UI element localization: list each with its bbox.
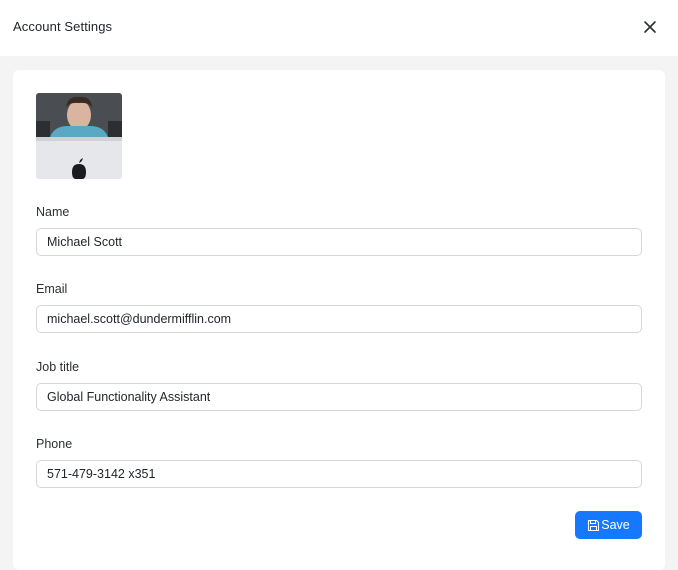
job-title-field[interactable] — [36, 383, 642, 411]
name-label: Name — [36, 205, 70, 219]
name-field[interactable] — [36, 228, 642, 256]
page-title: Account Settings — [13, 19, 113, 34]
dialog-header: Account Settings — [0, 0, 678, 56]
avatar[interactable] — [36, 93, 122, 179]
save-icon — [587, 519, 600, 532]
close-button[interactable] — [640, 17, 660, 37]
save-button-label: Save — [601, 518, 630, 532]
email-label: Email — [36, 282, 68, 296]
job-title-label: Job title — [36, 360, 80, 374]
email-field[interactable] — [36, 305, 642, 333]
account-settings-card: Name Email Job title Phone Save — [13, 70, 665, 570]
profile-photo — [36, 93, 122, 179]
phone-label: Phone — [36, 437, 73, 451]
save-button[interactable]: Save — [575, 511, 642, 539]
close-icon — [644, 21, 656, 33]
phone-field[interactable] — [36, 460, 642, 488]
